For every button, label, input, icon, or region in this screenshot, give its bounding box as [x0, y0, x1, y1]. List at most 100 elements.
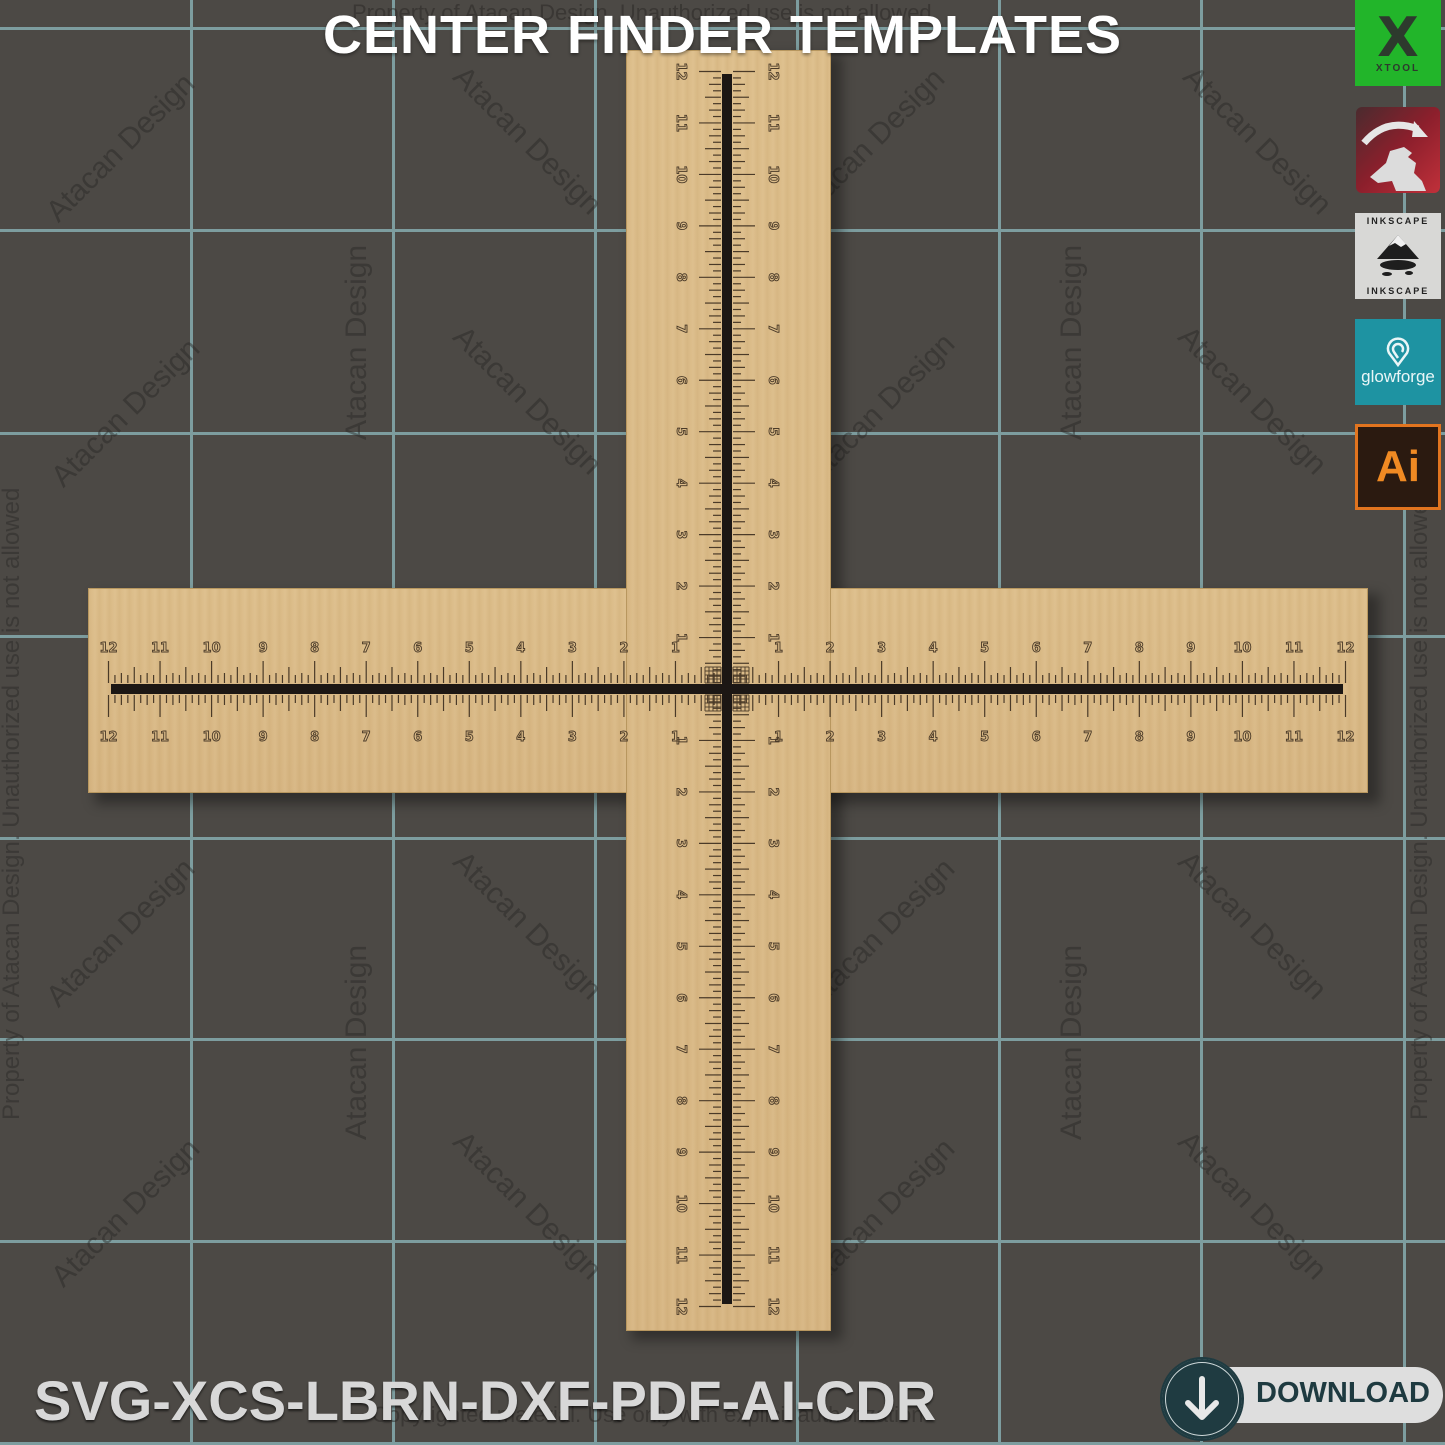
tick-label: 5 [980, 641, 989, 656]
tick-label: 6 [1032, 730, 1041, 745]
tick-label: 9 [765, 221, 780, 230]
tick-label: 10 [1233, 730, 1251, 745]
download-label[interactable]: DOWNLOAD [1256, 1377, 1430, 1410]
tick-label: 3 [673, 530, 688, 539]
tick-label: 2 [765, 787, 780, 796]
tick-label: 4 [929, 730, 938, 745]
tick-label: 2 [619, 641, 628, 656]
tick-label: 8 [1135, 641, 1144, 656]
tick-label: 2 [765, 582, 780, 591]
glowforge-icon: glowforge [1355, 319, 1441, 405]
tick-label: 8 [765, 1096, 780, 1105]
tick-label: 5 [765, 942, 780, 951]
tick-label: 9 [259, 641, 268, 656]
page-title: CENTER FINDER TEMPLATES [322, 5, 1122, 65]
inkscape-label-bottom: INKSCAPE [1366, 286, 1430, 296]
tick-label: 12 [99, 641, 117, 656]
tick-label: 10 [673, 1195, 688, 1213]
file-formats: SVG-XCS-LBRN-DXF-PDF-AI-CDR [34, 1369, 937, 1432]
tick-label: 10 [203, 641, 221, 656]
tick-label: 5 [673, 427, 688, 436]
tick-label: 6 [673, 993, 688, 1002]
download-circle[interactable] [1160, 1357, 1244, 1441]
tick-label: 2 [826, 730, 835, 745]
tick-label: 10 [203, 730, 221, 745]
tick-label: 10 [765, 1195, 780, 1213]
arrow-down-icon [1185, 1376, 1219, 1420]
tick-label: 1 [671, 641, 680, 656]
tick-label: 8 [310, 730, 319, 745]
tick-label: 2 [673, 582, 688, 591]
tick-label: 8 [1135, 730, 1144, 745]
tick-label: 3 [673, 839, 688, 848]
tick-label: 7 [673, 1045, 688, 1054]
tick-label: 11 [151, 730, 169, 745]
tick-label: 3 [568, 730, 577, 745]
tick-label: 3 [765, 530, 780, 539]
tick-label: 6 [413, 730, 422, 745]
tick-label: 5 [765, 427, 780, 436]
illustrator-label: Ai [1376, 442, 1420, 491]
vertical-slot [722, 74, 732, 1304]
tick-label: 4 [929, 641, 938, 656]
tick-label: 5 [673, 942, 688, 951]
tick-label: 12 [765, 1297, 780, 1315]
tick-label: 6 [413, 641, 422, 656]
tick-label: 7 [765, 324, 780, 333]
tick-label: 9 [673, 221, 688, 230]
tick-label: 3 [877, 730, 886, 745]
tick-label: 4 [516, 641, 525, 656]
tick-label: 6 [765, 993, 780, 1002]
tick-label: 3 [877, 641, 886, 656]
lightburn-icon [1356, 107, 1440, 193]
tick-label: 2 [826, 641, 835, 656]
tick-label: 4 [765, 479, 780, 488]
tick-label: 11 [1285, 730, 1303, 745]
tick-label: 7 [362, 730, 371, 745]
download-button[interactable]: DOWNLOAD [1160, 1357, 1443, 1441]
tick-label: 10 [765, 165, 780, 183]
tick-label: 6 [765, 376, 780, 385]
tick-label: 7 [765, 1045, 780, 1054]
tick-label: 2 [673, 787, 688, 796]
inkscape-label-top: INKSCAPE [1366, 216, 1430, 226]
tick-label: 5 [465, 641, 474, 656]
tick-label: 1 [673, 633, 688, 642]
tick-label: 4 [673, 479, 688, 488]
inkscape-icon: INKSCAPE INKSCAPE [1355, 213, 1441, 299]
tick-label: 9 [259, 730, 268, 745]
glowforge-label: glowforge [1361, 367, 1435, 386]
tick-label: 12 [1336, 730, 1354, 745]
tick-label: 10 [673, 165, 688, 183]
xtool-label: XTOOL [1375, 62, 1421, 74]
tick-label: 4 [765, 890, 780, 899]
tick-label: 7 [362, 641, 371, 656]
tick-label: 6 [1032, 641, 1041, 656]
tick-label: 1 [774, 641, 783, 656]
product-image: Property of Atacan Design. Unauthorized … [0, 0, 1445, 1445]
xtool-icon: X XTOOL [1355, 0, 1441, 86]
tick-label: 7 [673, 324, 688, 333]
tick-label: 8 [673, 1096, 688, 1105]
tick-label: 11 [765, 114, 780, 132]
tick-label: 8 [765, 273, 780, 282]
tick-label: 12 [673, 1297, 688, 1315]
tick-label: 3 [568, 641, 577, 656]
tick-label: 8 [310, 641, 319, 656]
tick-label: 7 [1083, 641, 1092, 656]
tick-label: 5 [980, 730, 989, 745]
tick-label: 11 [765, 1246, 780, 1264]
tick-label: 3 [765, 839, 780, 848]
tick-label: 10 [1233, 641, 1251, 656]
tick-label: 9 [1186, 730, 1195, 745]
tick-label: 8 [673, 273, 688, 282]
tick-label: 9 [1186, 641, 1195, 656]
tick-label: 6 [673, 376, 688, 385]
tick-label: 5 [465, 730, 474, 745]
tick-label: 1 [673, 736, 688, 745]
ruler-markings: 1122334455667788991010111112121122334455… [99, 62, 1355, 1316]
tick-label: 12 [99, 730, 117, 745]
tick-label: 4 [673, 890, 688, 899]
tick-label: 1 [765, 736, 780, 745]
tick-label: 9 [765, 1148, 780, 1157]
